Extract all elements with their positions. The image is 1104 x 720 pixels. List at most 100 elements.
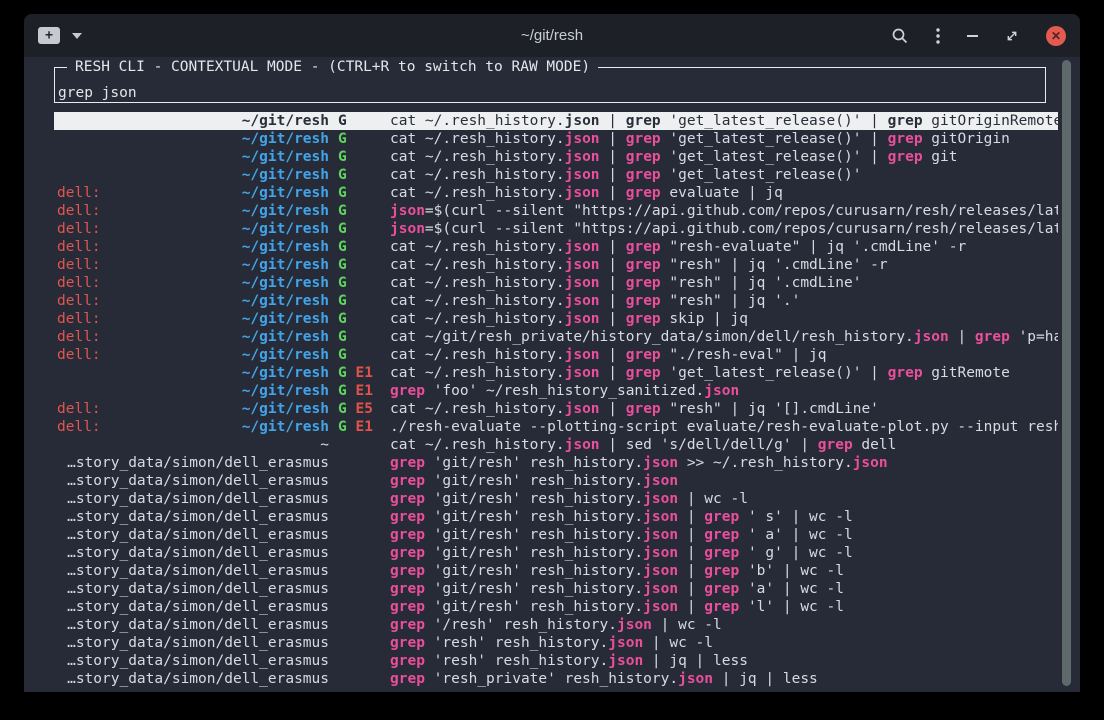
flag-g: G	[338, 239, 347, 255]
history-row[interactable]: …story_data/simon/dell_erasmusgrep 'git/…	[54, 490, 1058, 508]
history-row[interactable]: dell:~/git/reshG E1./resh-evaluate --plo…	[54, 418, 1058, 436]
history-row[interactable]: dell:~/git/reshGcat ~/.resh_history.json…	[54, 292, 1058, 310]
match-highlight: grep	[626, 149, 661, 165]
history-row[interactable]: dell:~/git/reshG E5cat ~/.resh_history.j…	[54, 400, 1058, 418]
history-row[interactable]: dell:~/git/reshGcat ~/git/resh_private/h…	[54, 328, 1058, 346]
history-row[interactable]: …story_data/simon/dell_erasmusgrep 'git/…	[54, 526, 1058, 544]
history-row[interactable]: …story_data/simon/dell_erasmusgrep 'git/…	[54, 472, 1058, 490]
history-row[interactable]: dell:~/git/reshGjson=$(curl --silent "ht…	[54, 220, 1058, 238]
directory-label: ~/git/resh	[57, 130, 329, 148]
history-row[interactable]: …story_data/simon/dell_erasmusgrep 'git/…	[54, 544, 1058, 562]
match-highlight: json	[643, 491, 678, 507]
command-segment: '/resh' resh_history.	[425, 617, 617, 633]
match-highlight: grep	[626, 185, 661, 201]
history-row[interactable]: …story_data/simon/dell_erasmusgrep 'resh…	[54, 652, 1058, 670]
command-segment: cat ~/.resh_history.	[390, 347, 565, 363]
command-segment: 'get_latest_release()'	[661, 167, 862, 183]
match-highlight: grep	[975, 329, 1010, 345]
command-segment: skip | jq	[661, 311, 748, 327]
command-segment: |	[600, 275, 626, 291]
history-row[interactable]: dell:~/git/reshGcat ~/.resh_history.json…	[54, 310, 1058, 328]
history-row[interactable]: …story_data/simon/dell_erasmusgrep 'git/…	[54, 580, 1058, 598]
match-highlight: grep	[626, 347, 661, 363]
match-highlight: grep	[704, 545, 739, 561]
restore-icon[interactable]	[1005, 29, 1019, 43]
flags-label: G E1	[338, 382, 381, 400]
flag-g: G	[338, 221, 347, 237]
command-segment: cat ~/.resh_history.	[390, 401, 565, 417]
match-highlight: json	[565, 365, 600, 381]
command-segment: ./resh-evaluate --plotting-script evalua…	[390, 419, 1058, 435]
terminal-screen[interactable]: RESH CLI - CONTEXTUAL MODE - (CTRL+R to …	[24, 57, 1080, 692]
command-segment: | jq | less	[713, 671, 818, 687]
close-icon[interactable]: ✕	[1046, 26, 1066, 46]
match-highlight: grep	[390, 509, 425, 525]
history-row[interactable]: dell:~/git/reshGjson=$(curl --silent "ht…	[54, 202, 1058, 220]
command-text: cat ~/.resh_history.json | grep 'get_lat…	[390, 167, 861, 183]
command-text: grep 'resh' resh_history.json | wc -l	[390, 635, 713, 651]
command-segment: 'git/resh' resh_history.	[425, 581, 643, 597]
command-segment: cat ~/.resh_history.	[390, 257, 565, 273]
history-row[interactable]: ~/git/reshG E1cat ~/.resh_history.json |…	[54, 364, 1058, 382]
match-highlight: grep	[704, 599, 739, 615]
search-icon[interactable]	[891, 27, 909, 45]
command-segment: |	[600, 365, 626, 381]
match-highlight: grep	[626, 167, 661, 183]
command-segment: =$(curl --silent "https://api.github.com…	[425, 203, 1058, 219]
match-highlight: json	[643, 599, 678, 615]
new-tab-icon[interactable]: +	[38, 27, 60, 44]
search-query-input[interactable]: grep json	[58, 84, 137, 102]
directory-label: ~/git/resh	[57, 112, 329, 130]
flags-label: G	[338, 184, 381, 202]
scrollbar-thumb[interactable]	[1062, 60, 1071, 686]
history-row[interactable]: ~/git/reshGcat ~/.resh_history.json | gr…	[54, 166, 1058, 184]
match-highlight: grep	[390, 545, 425, 561]
command-segment: |	[600, 401, 626, 417]
flags-label: G	[338, 292, 381, 310]
host-label: dell:	[57, 328, 101, 346]
kebab-menu-icon[interactable]	[936, 28, 940, 44]
history-row[interactable]: dell:~/git/reshGcat ~/.resh_history.json…	[54, 274, 1058, 292]
history-row[interactable]: …story_data/simon/dell_erasmusgrep 'git/…	[54, 598, 1058, 616]
host-label: dell:	[57, 238, 101, 256]
host-label: dell:	[57, 346, 101, 364]
match-highlight: json	[643, 563, 678, 579]
command-segment: 'git/resh' resh_history.	[425, 527, 643, 543]
host-label: dell:	[57, 310, 101, 328]
flag-e1: E1	[347, 383, 373, 399]
command-segment: git	[923, 149, 958, 165]
chevron-down-icon[interactable]	[72, 33, 82, 39]
command-text: grep 'git/resh' resh_history.json >> ~/.…	[390, 455, 888, 471]
history-row[interactable]: ~cat ~/.resh_history.json | sed 's/dell/…	[54, 436, 1058, 454]
match-highlight: grep	[704, 527, 739, 543]
directory-label: …story_data/simon/dell_erasmus	[57, 562, 329, 580]
history-row[interactable]: …story_data/simon/dell_erasmusgrep 'git/…	[54, 508, 1058, 526]
history-row[interactable]: ~/git/reshGcat ~/.resh_history.json | gr…	[54, 148, 1058, 166]
history-row[interactable]: ~/git/reshGcat ~/.resh_history.json | gr…	[54, 130, 1058, 148]
history-row[interactable]: …story_data/simon/dell_erasmusgrep 'resh…	[54, 670, 1058, 688]
command-text: json=$(curl --silent "https://api.github…	[390, 203, 1058, 219]
minimize-icon[interactable]	[967, 35, 978, 37]
history-row[interactable]: …story_data/simon/dell_erasmusgrep 'git/…	[54, 454, 1058, 472]
command-segment: gitOrigin	[923, 131, 1010, 147]
match-highlight: json	[608, 635, 643, 651]
match-highlight: json	[643, 455, 678, 471]
flag-g: G	[338, 419, 347, 435]
history-row[interactable]: dell:~/git/reshGcat ~/.resh_history.json…	[54, 238, 1058, 256]
command-segment: |	[600, 347, 626, 363]
history-row[interactable]: …story_data/simon/dell_erasmusgrep 'resh…	[54, 634, 1058, 652]
history-row[interactable]: …story_data/simon/dell_erasmusgrep 'git/…	[54, 562, 1058, 580]
flag-g: G	[338, 311, 347, 327]
command-segment: dell	[853, 437, 897, 453]
command-segment: |	[600, 149, 626, 165]
history-row[interactable]: ~/git/reshGcat ~/.resh_history.json | gr…	[54, 112, 1058, 130]
history-row[interactable]: ~/git/reshG E1grep 'foo' ~/resh_history_…	[54, 382, 1058, 400]
titlebar[interactable]: + ~/git/resh	[24, 14, 1080, 57]
history-row[interactable]: …story_data/simon/dell_erasmusgrep '/res…	[54, 616, 1058, 634]
history-row[interactable]: dell:~/git/reshGcat ~/.resh_history.json…	[54, 346, 1058, 364]
history-row[interactable]: dell:~/git/reshGcat ~/.resh_history.json…	[54, 256, 1058, 274]
flag-g: G	[338, 329, 347, 345]
flag-e1: E1	[347, 419, 373, 435]
history-row[interactable]: dell:~/git/reshGcat ~/.resh_history.json…	[54, 184, 1058, 202]
command-segment: |	[600, 293, 626, 309]
